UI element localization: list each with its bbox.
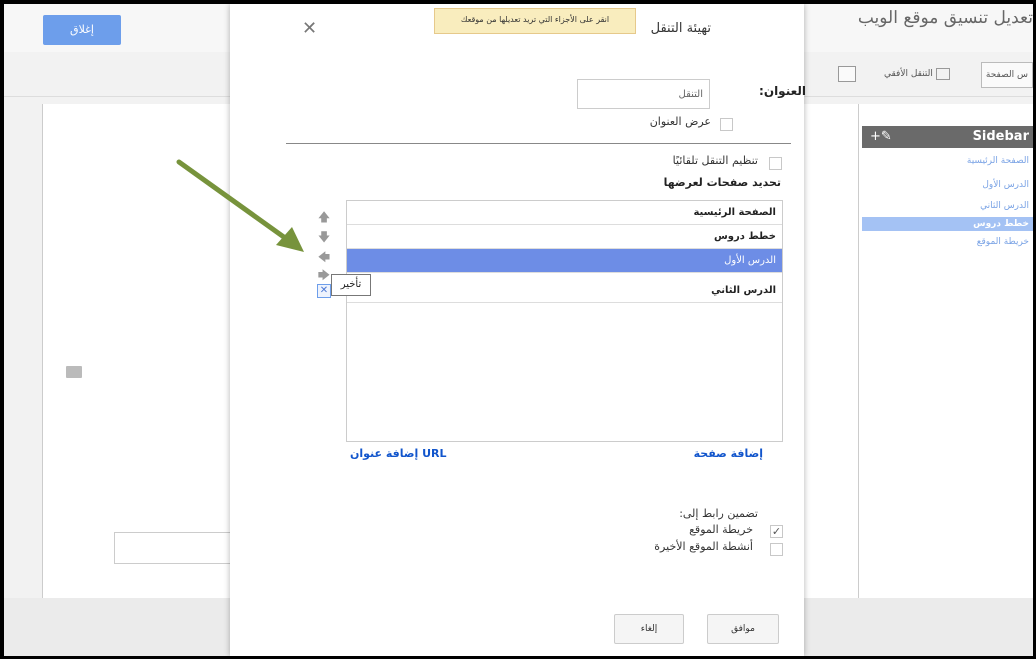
annotation-arrow-icon (176, 159, 304, 252)
